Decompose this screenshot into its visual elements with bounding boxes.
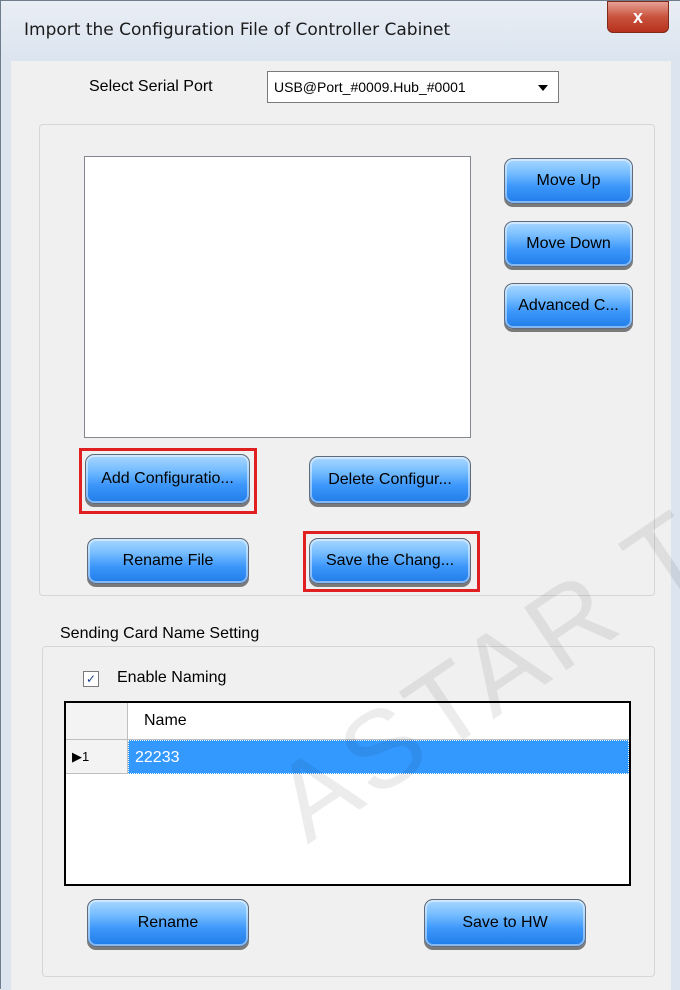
- advanced-button[interactable]: Advanced C...: [504, 283, 633, 329]
- sending-card-name-title: Sending Card Name Setting: [56, 625, 264, 643]
- highlight-box-add: [79, 448, 257, 514]
- enable-naming-checkbox[interactable]: ✓: [83, 671, 99, 687]
- serial-port-label: Select Serial Port: [89, 78, 213, 95]
- window-frame-right: [671, 61, 680, 990]
- save-to-hw-button[interactable]: Save to HW: [424, 899, 586, 947]
- move-up-button[interactable]: Move Up: [504, 158, 633, 204]
- dialog-window: Import the Configuration File of Control…: [0, 0, 680, 990]
- highlight-box-save: [303, 531, 480, 592]
- row-selector-icon: ▶: [72, 749, 82, 764]
- window-frame-left: [1, 61, 11, 990]
- chevron-down-icon[interactable]: [538, 85, 548, 91]
- rename-button[interactable]: Rename: [87, 899, 249, 947]
- rename-file-button[interactable]: Rename File: [87, 538, 249, 584]
- name-grid[interactable]: Name ▶1 22233: [64, 701, 631, 886]
- serial-port-value: USB@Port_#0009.Hub_#0001: [274, 79, 466, 95]
- delete-configuration-button[interactable]: Delete Configur...: [309, 456, 471, 504]
- close-button[interactable]: x: [607, 1, 669, 33]
- enable-naming-label[interactable]: Enable Naming: [117, 669, 226, 687]
- grid-row-header[interactable]: ▶1: [66, 740, 128, 774]
- checkmark-icon: ✓: [85, 672, 97, 686]
- grid-column-header-name[interactable]: Name: [128, 703, 629, 740]
- serial-port-dropdown[interactable]: USB@Port_#0009.Hub_#0001: [267, 71, 559, 103]
- window-title: Import the Configuration File of Control…: [24, 20, 451, 40]
- config-file-list[interactable]: [84, 156, 471, 438]
- grid-cell-name[interactable]: 22233: [128, 740, 629, 774]
- row-index: 1: [82, 749, 90, 764]
- title-bar[interactable]: Import the Configuration File of Control…: [1, 1, 680, 61]
- grid-corner-header: [66, 703, 128, 740]
- move-down-button[interactable]: Move Down: [504, 221, 633, 267]
